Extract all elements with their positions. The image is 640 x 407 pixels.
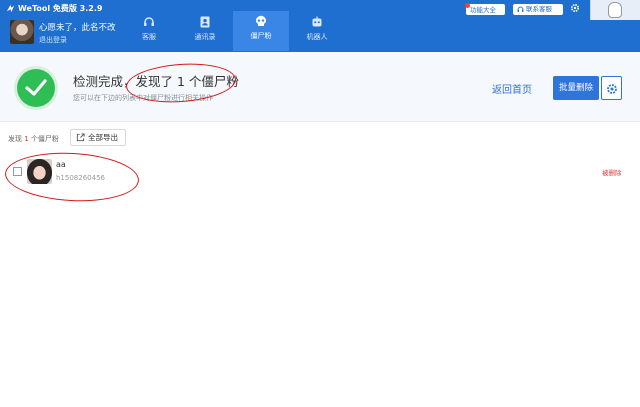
batch-delete-button[interactable]: 批量删除 (553, 76, 599, 100)
notification-dot (465, 3, 470, 8)
contact-service-button[interactable]: 联系客服 (513, 4, 563, 15)
app-title: WeTool 免费版 3.2.9 (6, 3, 102, 14)
wetool-logo-icon (6, 4, 15, 13)
app-title-text: WeTool 免费版 3.2.9 (18, 4, 103, 13)
mouse-cursor-icon (608, 2, 622, 18)
tab-customer-service[interactable]: 客服 (121, 12, 177, 52)
contact-name: aa (56, 160, 66, 169)
tab-label: 客服 (142, 33, 156, 41)
headset-icon (144, 17, 154, 26)
success-check-icon (17, 69, 55, 107)
export-label: 全部导出 (88, 133, 118, 142)
gear-icon (607, 84, 617, 94)
settings-button[interactable] (601, 76, 622, 100)
tab-label: 通讯录 (194, 33, 216, 41)
features-label: 功能大全 (470, 6, 496, 14)
user-name: 心愿未了，此名不改 (39, 23, 116, 33)
window-controls[interactable] (590, 0, 640, 20)
logout-link[interactable]: 退出登录 (39, 35, 67, 45)
skull-icon (256, 15, 266, 26)
contacts-icon (200, 16, 210, 28)
robot-icon (312, 16, 322, 27)
headset-icon (517, 6, 524, 12)
list-item[interactable]: aa h1508260456 被删除 (0, 154, 640, 194)
features-button[interactable]: 功能大全 (465, 3, 505, 15)
settings-gear-icon[interactable] (569, 3, 581, 15)
result-panel: 检测完成，发现了 1 个僵尸粉 您可以在下边的列表中对僵尸粉进行相关操作 返回首… (0, 52, 640, 122)
export-icon (76, 133, 85, 142)
user-avatar[interactable] (10, 20, 34, 44)
found-prefix: 发现 (8, 135, 22, 143)
found-count: 1 (24, 135, 29, 143)
tab-contacts[interactable]: 通讯录 (177, 12, 233, 52)
back-home-link[interactable]: 返回首页 (492, 81, 532, 96)
tab-zombie-fans[interactable]: 僵尸粉 (233, 11, 289, 51)
export-all-button[interactable]: 全部导出 (70, 129, 126, 146)
contact-service-label: 联系客服 (526, 5, 552, 13)
contact-id: h1508260456 (56, 174, 105, 182)
title-bar: WeTool 免费版 3.2.9 心愿未了，此名不改 退出登录 客服 通讯录 僵… (0, 0, 640, 52)
tab-robot[interactable]: 机器人 (289, 12, 345, 52)
tab-label: 机器人 (306, 33, 328, 41)
result-title: 检测完成，发现了 1 个僵尸粉 (73, 74, 239, 89)
status-badge: 被删除 (602, 169, 622, 177)
found-summary: 发现 1 个僵尸粉 (8, 134, 59, 144)
result-subtitle: 您可以在下边的列表中对僵尸粉进行相关操作 (73, 94, 213, 102)
found-suffix: 个僵尸粉 (30, 135, 59, 143)
contact-avatar (27, 159, 52, 184)
select-checkbox[interactable] (13, 167, 22, 176)
tab-label: 僵尸粉 (250, 32, 272, 40)
